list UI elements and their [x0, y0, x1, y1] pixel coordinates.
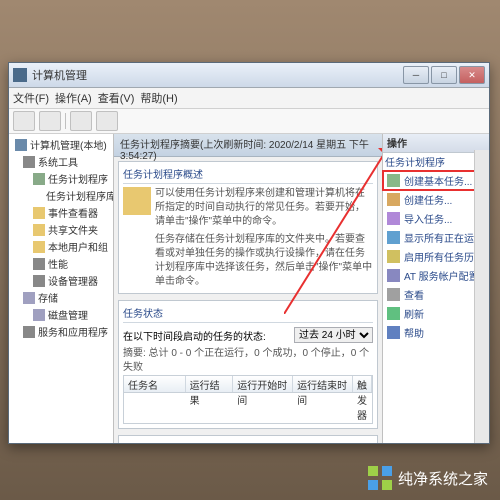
services-icon: [23, 326, 35, 338]
main-pane: 任务计划程序摘要(上次刷新时间: 2020/2/14 星期五 下午 3:54:2…: [114, 134, 382, 443]
actions-scrollbar[interactable]: [474, 150, 489, 443]
menu-help[interactable]: 帮助(H): [140, 90, 177, 106]
storage-icon: [23, 292, 35, 304]
close-button[interactable]: ✕: [459, 66, 485, 84]
tree-users[interactable]: 本地用户和组: [48, 239, 108, 254]
tree-root[interactable]: 计算机管理(本地): [30, 137, 107, 152]
watermark: 纯净系统之家: [368, 466, 488, 490]
refresh-icon: [387, 307, 400, 320]
tree-shared[interactable]: 共享文件夹: [48, 222, 98, 237]
maximize-button[interactable]: □: [431, 66, 457, 84]
overview-text2: 任务存储在任务计划程序库的文件夹中。若要查看或对单独任务的操作或执行设操作，请在…: [155, 233, 373, 289]
folder-icon: [33, 224, 45, 236]
info-icon: [123, 187, 151, 215]
active-section: 活动任务: [118, 435, 378, 443]
watermark-logo: [368, 466, 392, 490]
folder-icon: [33, 241, 45, 253]
tree-diskmgr[interactable]: 磁盘管理: [48, 307, 88, 322]
perf-icon: [33, 258, 45, 270]
view-icon: [387, 288, 400, 301]
titlebar[interactable]: 计算机管理 ─ □ ✕: [9, 63, 489, 88]
tree-systools[interactable]: 系统工具: [38, 154, 78, 169]
status-section: 任务状态 在以下时间段启动的任务的状态: 过去 24 小时 摘要: 总计 0 -…: [118, 300, 378, 429]
tree-storage[interactable]: 存储: [38, 290, 58, 305]
create-basic-icon: [387, 174, 400, 187]
history-icon: [387, 250, 400, 263]
overview-section: 任务计划程序概述 可以使用任务计划程序来创建和管理计算机将在所指定的时间自动执行…: [118, 161, 378, 294]
computer-icon: [15, 139, 27, 151]
menu-view[interactable]: 查看(V): [98, 90, 135, 106]
help-icon: [387, 326, 400, 339]
tree-tasklib[interactable]: 任务计划程序库: [46, 188, 114, 203]
mmc-window: 计算机管理 ─ □ ✕ 文件(F) 操作(A) 查看(V) 帮助(H) 计算机管…: [8, 62, 490, 444]
config-icon: [387, 269, 400, 282]
folder-icon: [33, 207, 45, 219]
col-result[interactable]: 运行结果: [186, 376, 234, 392]
forward-button[interactable]: [39, 111, 61, 131]
back-button[interactable]: [13, 111, 35, 131]
actions-pane: 操作 任务计划程序 创建基本任务... 创建任务... 导入任务... 显示所有…: [382, 134, 489, 443]
active-title: 活动任务: [123, 440, 373, 443]
toolbar: [9, 109, 489, 134]
app-icon: [13, 68, 27, 82]
help-button[interactable]: [96, 111, 118, 131]
tree-services[interactable]: 服务和应用程序: [38, 324, 108, 339]
running-icon: [387, 231, 400, 244]
menu-action[interactable]: 操作(A): [55, 90, 92, 106]
status-summary: 摘要: 总计 0 - 0 个正在运行，0 个成功，0 个停止，0 个失败: [123, 347, 373, 375]
status-title: 任务状态: [123, 305, 373, 323]
properties-button[interactable]: [70, 111, 92, 131]
status-range-select[interactable]: 过去 24 小时: [294, 327, 373, 343]
overview-title: 任务计划程序概述: [123, 166, 373, 184]
minimize-button[interactable]: ─: [403, 66, 429, 84]
create-task-icon: [387, 193, 400, 206]
status-label: 在以下时间段启动的任务的状态:: [123, 328, 266, 343]
nav-tree[interactable]: 计算机管理(本地) 系统工具 任务计划程序 任务计划程序库 事件查看器 共享文件…: [9, 134, 114, 443]
tree-perf[interactable]: 性能: [48, 256, 68, 271]
col-name[interactable]: 任务名: [124, 376, 186, 392]
tree-devmgr[interactable]: 设备管理器: [48, 273, 98, 288]
overview-text1: 可以使用任务计划程序来创建和管理计算机将在所指定的时间自动执行的常见任务。若要开…: [155, 187, 373, 229]
col-end[interactable]: 运行结束时间: [293, 376, 353, 392]
main-header: 任务计划程序摘要(上次刷新时间: 2020/2/14 星期五 下午 3:54:2…: [114, 134, 382, 157]
watermark-text: 纯净系统之家: [398, 468, 488, 489]
tools-icon: [23, 156, 35, 168]
col-trigger[interactable]: 触发器: [353, 376, 372, 392]
menubar: 文件(F) 操作(A) 查看(V) 帮助(H): [9, 88, 489, 109]
import-icon: [387, 212, 400, 225]
disk-icon: [33, 309, 45, 321]
clock-icon: [33, 173, 45, 185]
menu-file[interactable]: 文件(F): [13, 90, 49, 106]
tree-tasksched[interactable]: 任务计划程序: [48, 171, 108, 186]
tree-eventviewer[interactable]: 事件查看器: [48, 205, 98, 220]
devmgr-icon: [33, 275, 45, 287]
col-start[interactable]: 运行开始时间: [233, 376, 293, 392]
task-table-header[interactable]: 任务名 运行结果 运行开始时间 运行结束时间 触发器: [123, 375, 373, 393]
task-table-body: [123, 393, 373, 424]
window-title: 计算机管理: [32, 67, 403, 83]
